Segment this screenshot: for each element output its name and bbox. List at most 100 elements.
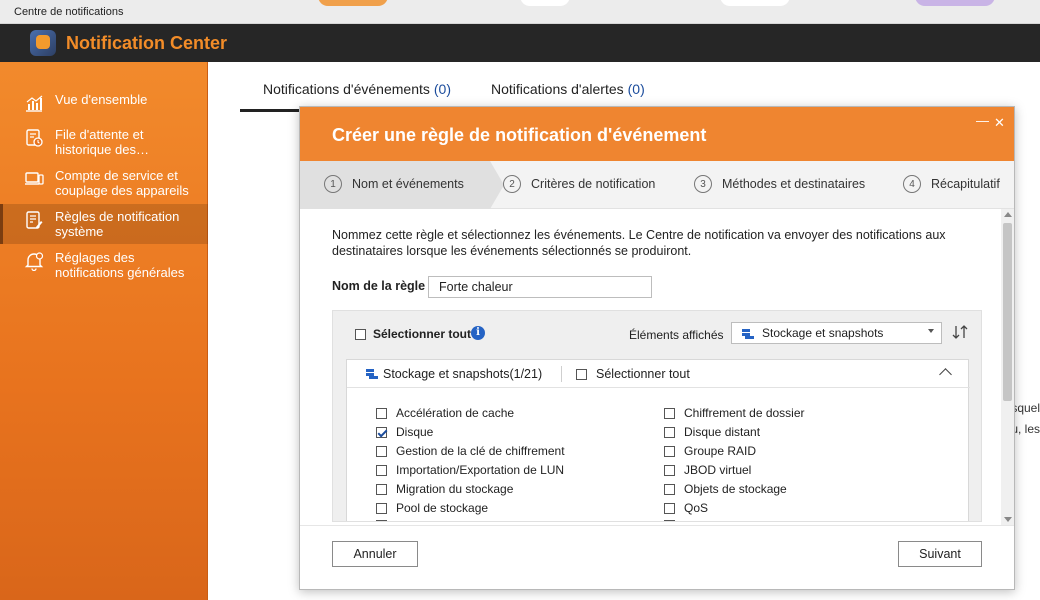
event-checkbox[interactable] xyxy=(376,426,387,438)
step-criteria: 2 Critères de notification xyxy=(503,175,655,193)
event-option[interactable]: Groupe RAID xyxy=(664,444,756,458)
group-select-all-checkbox[interactable] xyxy=(576,368,587,380)
scrollbar-thumb[interactable] xyxy=(1003,223,1012,401)
event-label: Disque xyxy=(396,425,434,439)
event-checkbox[interactable] xyxy=(664,464,675,476)
tab-label: Notifications d'alertes xyxy=(491,81,624,97)
rule-name-label: Nom de la règle xyxy=(332,279,426,293)
step-number: 3 xyxy=(694,175,712,193)
event-label: Migration du stockage xyxy=(396,482,514,496)
event-option[interactable]: Accélération de cache xyxy=(376,406,514,420)
sidebar-item-label: Règles de notification système xyxy=(55,209,180,239)
step-label: Méthodes et destinataires xyxy=(722,177,866,191)
event-option[interactable]: JBOD virtuel xyxy=(664,463,751,477)
event-checkbox[interactable] xyxy=(664,407,675,419)
event-label: JBOD virtuel xyxy=(684,463,752,477)
sidebar-item-label: Réglages des notifications générales xyxy=(55,250,185,280)
close-icon[interactable]: ✕ xyxy=(994,115,1005,131)
event-label: Accélération de cache xyxy=(396,406,515,420)
event-label: Disque distant xyxy=(684,425,761,439)
step-number: 1 xyxy=(324,175,342,193)
chevron-up-icon[interactable] xyxy=(939,368,952,381)
sort-icon[interactable] xyxy=(951,324,969,340)
event-checkbox[interactable] xyxy=(376,407,387,419)
event-option[interactable]: Disque xyxy=(376,425,433,439)
event-checkbox[interactable] xyxy=(376,483,387,495)
rules-icon xyxy=(26,211,43,229)
tab-label: Notifications d'événements xyxy=(263,81,430,97)
storage-icon xyxy=(366,369,378,379)
event-label: Importation/Exportation de LUN xyxy=(396,463,565,477)
event-checkbox[interactable] xyxy=(664,483,675,495)
events-panel: Sélectionner tout i Éléments affichés St… xyxy=(332,310,982,522)
info-icon[interactable]: i xyxy=(471,326,485,340)
app-header: Notification Center xyxy=(0,24,1040,62)
step-name-events: 1 Nom et événements xyxy=(324,175,464,193)
event-checkbox[interactable] xyxy=(376,502,387,514)
tab-count: (0) xyxy=(433,81,451,97)
step-methods-recipients: 3 Méthodes et destinataires xyxy=(694,175,865,193)
event-option[interactable]: QoS xyxy=(664,501,708,515)
event-option[interactable]: Gestion de la clé de chiffrement xyxy=(376,444,565,458)
select-all-checkbox[interactable] xyxy=(355,328,366,340)
event-option[interactable]: Chiffrement de dossier xyxy=(664,406,805,420)
scroll-up-icon[interactable] xyxy=(1004,212,1012,217)
dock-app-icon xyxy=(318,0,388,6)
scroll-down-icon[interactable] xyxy=(1004,517,1012,522)
select-all-events[interactable]: Sélectionner tout xyxy=(355,327,471,341)
event-option[interactable]: Importation/Exportation de LUN xyxy=(376,463,564,477)
event-checkbox[interactable] xyxy=(664,502,675,514)
os-window-title: Centre de notifications xyxy=(14,6,124,18)
sidebar: Vue d'ensemble File d'attente et histori… xyxy=(0,62,208,600)
event-option[interactable]: Pool de stockage xyxy=(376,501,488,515)
group-header: Stockage et snapshots(1/21) Sélectionner… xyxy=(347,360,970,388)
chart-icon xyxy=(26,95,43,112)
event-option[interactable]: Disque distant xyxy=(664,425,760,439)
step-label: Nom et événements xyxy=(352,177,464,191)
event-checkbox[interactable] xyxy=(376,520,387,521)
tab-count: (0) xyxy=(627,81,645,97)
next-button[interactable]: Suivant xyxy=(898,541,982,567)
event-option[interactable]: Objets de stockage xyxy=(664,482,787,496)
minimize-icon[interactable]: — xyxy=(976,113,989,128)
event-label: Gestion de la clé de chiffrement xyxy=(396,444,565,458)
step-summary: 4 Récapitulatif xyxy=(903,175,1000,193)
devices-icon xyxy=(25,172,44,185)
displayed-items-select[interactable]: Stockage et snapshots xyxy=(731,322,942,344)
event-option-partial[interactable] xyxy=(376,520,396,521)
event-label: Pool de stockage xyxy=(396,501,489,515)
step-label: Critères de notification xyxy=(531,177,656,191)
displayed-items-label: Éléments affichés xyxy=(629,328,724,342)
main-tabs: Notifications d'événements (0) Notificati… xyxy=(240,62,1040,112)
step-number: 4 xyxy=(903,175,921,193)
dialog-scrollbar[interactable] xyxy=(1001,209,1014,525)
storage-icon xyxy=(742,329,754,339)
group-select-all[interactable]: Sélectionner tout xyxy=(576,367,690,381)
sidebar-item-label: Compte de service et couplage des appare… xyxy=(55,168,189,198)
dock-app-icon xyxy=(720,0,790,6)
event-checkbox[interactable] xyxy=(664,426,675,438)
dialog-title: Créer une règle de notification d'événem… xyxy=(332,125,707,145)
sidebar-item-overview[interactable]: Vue d'ensemble xyxy=(0,92,208,113)
sidebar-item-general-settings[interactable]: Réglages des notifications générales xyxy=(0,250,208,280)
event-checkbox[interactable] xyxy=(664,445,675,457)
tab-event-notifications[interactable]: Notifications d'événements (0) xyxy=(240,62,464,112)
sidebar-item-service-account[interactable]: Compte de service et couplage des appare… xyxy=(0,168,208,198)
rule-name-input[interactable] xyxy=(428,276,652,298)
cancel-button[interactable]: Annuler xyxy=(332,541,418,567)
chevron-down-icon xyxy=(928,329,934,333)
event-option-partial[interactable] xyxy=(664,520,684,521)
event-checkbox[interactable] xyxy=(376,445,387,457)
app-title: Notification Center xyxy=(66,32,228,53)
event-checkbox[interactable] xyxy=(376,464,387,476)
sidebar-item-queue-history[interactable]: File d'attente et historique des… xyxy=(0,127,208,157)
step-label: Récapitulatif xyxy=(931,177,1000,191)
sidebar-item-system-rules[interactable]: Règles de notification système xyxy=(0,204,208,244)
create-rule-dialog: Créer une règle de notification d'événem… xyxy=(299,106,1015,590)
event-checkbox[interactable] xyxy=(664,520,675,521)
event-option[interactable]: Migration du stockage xyxy=(376,482,513,496)
step-number: 2 xyxy=(503,175,521,193)
tab-alert-notifications[interactable]: Notifications d'alertes (0) xyxy=(491,62,645,112)
background-text-fragment: squel xyxy=(1011,401,1040,415)
event-label: Chiffrement de dossier xyxy=(684,406,805,420)
